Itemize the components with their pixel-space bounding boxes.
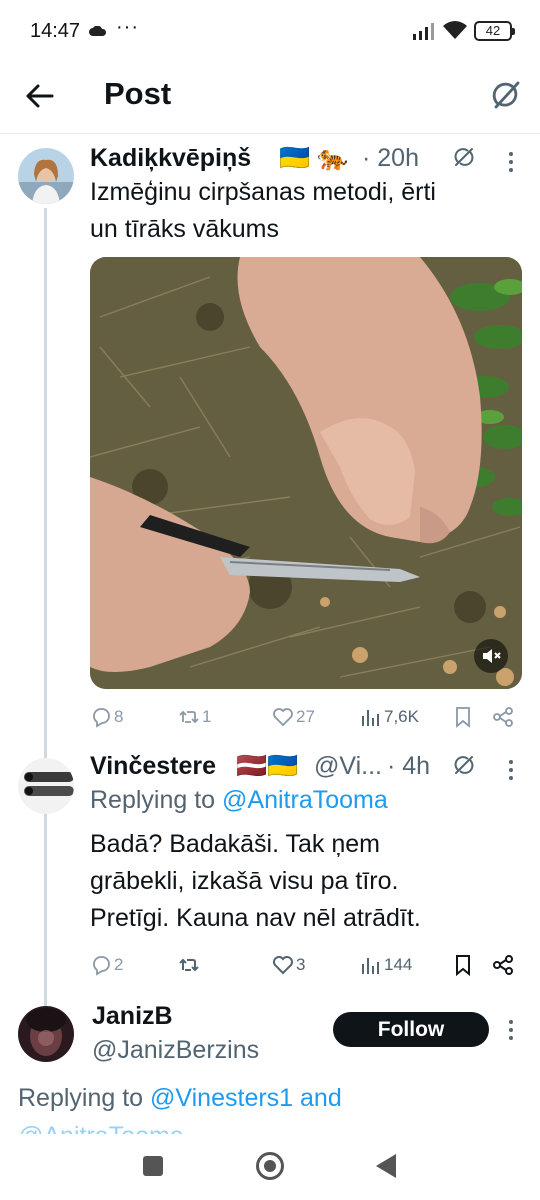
reply-button[interactable]: 2 (90, 950, 123, 980)
heart-icon (273, 956, 293, 975)
replying-to-label: Replying to (90, 786, 223, 814)
views-button[interactable]: 144 (360, 950, 412, 980)
replying-to: Replying to @AnitraTooma (90, 786, 388, 815)
like-count: 27 (296, 707, 315, 726)
share-icon[interactable] (492, 954, 514, 976)
post-actions: 8 1 27 7,6K (90, 702, 522, 732)
display-name[interactable]: Vinčestere (90, 752, 216, 781)
post-text-line: Pretīgi. Kauna nav nēl atrādīt. (90, 904, 421, 932)
bookmark-icon[interactable] (452, 706, 474, 728)
avatar[interactable] (18, 148, 74, 204)
post-text-line: Izmēģinu cirpšanas metodi, ērti (90, 178, 436, 206)
repost-count: 1 (202, 707, 212, 726)
display-name[interactable]: JanizB (92, 1002, 173, 1031)
post-text-line: un tīrāks vākums (90, 215, 279, 243)
share-icon[interactable] (492, 706, 514, 728)
handle[interactable]: @Vi... (314, 752, 382, 781)
more-options-icon[interactable] (508, 758, 514, 782)
post-text-line: Badā? Badakāši. Tak ņem (90, 830, 381, 858)
post-text: Izmēģinu cirpšanas metodi, ērti un tīrāk… (90, 174, 436, 248)
views-button[interactable]: 7,6K (360, 702, 419, 732)
avatar[interactable] (18, 758, 74, 814)
more-options-icon[interactable] (508, 150, 514, 174)
back-arrow-icon[interactable] (22, 78, 58, 114)
grok-icon[interactable] (488, 77, 524, 113)
views-icon (362, 710, 379, 726)
system-nav-bar (0, 1134, 540, 1200)
status-more-dots: ··· (116, 16, 139, 38)
name-emojis: 🇱🇻🇺🇦 (236, 752, 299, 780)
avatar[interactable] (18, 1006, 74, 1062)
grok-icon[interactable] (453, 754, 475, 776)
repost-button[interactable]: 1 (178, 702, 211, 732)
views-count: 7,6K (384, 707, 419, 726)
cut-off-mention: @AnitraTooma (18, 1122, 184, 1134)
mention-link[interactable]: @AnitraTooma (222, 786, 388, 814)
reply-icon (93, 956, 110, 976)
reply-icon (93, 708, 110, 728)
status-time: 14:47 (30, 20, 81, 42)
home-button[interactable] (256, 1152, 284, 1180)
repost-icon (179, 958, 199, 972)
signal-icon (413, 23, 434, 40)
views-count: 144 (384, 955, 413, 974)
name-emojis: 🇺🇦 🐅 (279, 144, 349, 172)
post-text: Badā? Badakāši. Tak ņem grābekli, izkašā… (90, 826, 421, 937)
mute-button[interactable] (474, 639, 508, 673)
page-title: Post (104, 76, 172, 111)
post-text-line: grābekli, izkašā visu pa tīro. (90, 867, 399, 895)
post-actions: 2 3 144 (90, 950, 522, 980)
top-app-bar: Post (0, 62, 540, 134)
follow-button[interactable]: Follow (333, 1012, 489, 1047)
post-video[interactable] (90, 257, 522, 689)
system-back-button[interactable] (376, 1154, 396, 1178)
post-time[interactable]: · 20h (362, 144, 419, 173)
cloud-icon (89, 26, 106, 36)
post-time[interactable]: · 4h (387, 752, 430, 781)
replying-to-label: Replying to (18, 1084, 151, 1112)
views-icon (362, 958, 379, 974)
repost-button[interactable] (178, 950, 202, 980)
replying-to: Replying to @Vinesters1 and (18, 1084, 342, 1113)
battery-indicator: 42 (474, 21, 515, 41)
handle[interactable]: @JanizBerzins (92, 1036, 259, 1065)
like-button[interactable]: 3 (272, 950, 305, 980)
status-bar: 14:47 ··· 42 (0, 0, 540, 62)
like-count: 3 (296, 955, 306, 974)
heart-icon (273, 708, 293, 727)
wifi-icon (443, 21, 467, 39)
bookmark-icon[interactable] (452, 954, 474, 976)
like-button[interactable]: 27 (272, 702, 315, 732)
reply-count: 2 (114, 955, 124, 974)
more-options-icon[interactable] (508, 1018, 514, 1042)
thread-line (44, 208, 47, 1006)
speaker-muted-icon (483, 649, 501, 663)
reply-button[interactable]: 8 (90, 702, 123, 732)
reply-count: 8 (114, 707, 124, 726)
repost-icon (179, 710, 199, 724)
grok-icon[interactable] (453, 146, 475, 168)
display-name[interactable]: Kadiķkvēpiņš (90, 144, 251, 173)
recents-button[interactable] (143, 1156, 163, 1176)
mention-link[interactable]: @Vinesters1 and (150, 1084, 342, 1112)
